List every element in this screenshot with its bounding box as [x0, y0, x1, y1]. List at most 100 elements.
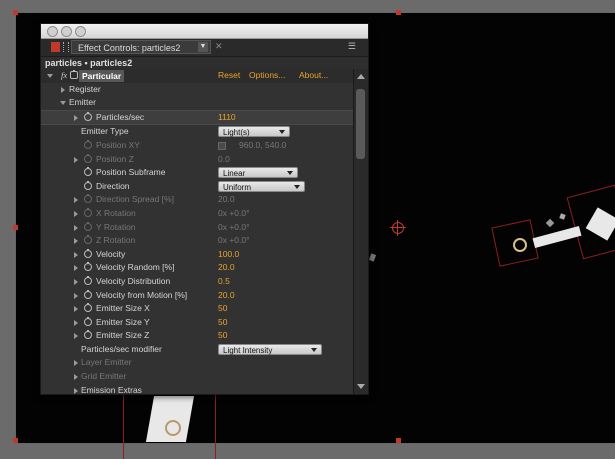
close-window-button[interactable] — [47, 26, 58, 37]
prop-position-subframe[interactable]: Position Subframe Linear — [41, 166, 353, 180]
emitter-type-select[interactable]: Light(s) — [218, 126, 290, 138]
stopwatch-icon[interactable] — [84, 289, 92, 299]
collapse-triangle-icon[interactable] — [60, 101, 66, 106]
prop-value[interactable]: 20.0 — [218, 289, 235, 303]
expand-triangle-icon[interactable] — [74, 374, 78, 381]
stopwatch-icon[interactable] — [84, 167, 92, 177]
layer-handle-top-center[interactable] — [396, 10, 401, 15]
prop-value[interactable]: 0x +0.0° — [218, 221, 250, 235]
expand-triangle-icon[interactable] — [74, 238, 78, 245]
stopwatch-icon[interactable] — [84, 248, 92, 258]
stopwatch-icon[interactable] — [84, 111, 92, 121]
prop-position-z[interactable]: Position Z 0.0 — [41, 153, 353, 167]
particles-sec-modifier-select[interactable]: Light Intensity — [218, 343, 322, 355]
grip-icon[interactable] — [63, 42, 69, 52]
stopwatch-icon[interactable] — [84, 316, 92, 326]
expand-triangle-icon[interactable] — [74, 156, 78, 163]
minimize-window-button[interactable] — [61, 26, 72, 37]
expand-triangle-icon[interactable] — [74, 306, 78, 313]
prop-value[interactable]: 50 — [218, 329, 227, 343]
prop-emitter-type[interactable]: Emitter Type Light(s) — [41, 125, 353, 139]
group-emitter[interactable]: Emitter — [41, 96, 353, 110]
expand-triangle-icon[interactable] — [74, 224, 78, 231]
about-link[interactable]: About... — [299, 69, 328, 83]
prop-position-xy[interactable]: Position XY 960.0, 540.0 — [41, 139, 353, 153]
layer-handle-bottom-left[interactable] — [13, 438, 18, 443]
scroll-down-icon[interactable] — [357, 384, 365, 389]
stopwatch-icon[interactable] — [84, 330, 92, 340]
lock-icon[interactable] — [51, 42, 60, 52]
group-grid-emitter[interactable]: Grid Emitter — [41, 370, 353, 384]
expand-triangle-icon[interactable] — [74, 387, 78, 394]
expand-triangle-icon[interactable] — [61, 86, 65, 93]
expand-triangle-icon[interactable] — [74, 333, 78, 340]
prop-value[interactable]: 0.0 — [218, 153, 230, 167]
position-subframe-select[interactable]: Linear — [218, 167, 298, 179]
prop-velocity[interactable]: Velocity 100.0 — [41, 248, 353, 262]
prop-y-rotation[interactable]: Y Rotation 0x +0.0° — [41, 221, 353, 235]
zoom-window-button[interactable] — [75, 26, 86, 37]
effect-row-particular[interactable]: fx Particular Reset Options... About... — [41, 69, 353, 83]
vertical-scrollbar[interactable] — [353, 69, 368, 394]
prop-velocity-random[interactable]: Velocity Random [%] 20.0 — [41, 261, 353, 275]
tab-effect-controls[interactable]: Effect Controls: particles2 ▼ — [71, 40, 211, 54]
expand-triangle-icon[interactable] — [74, 292, 78, 299]
prop-value[interactable]: 50 — [218, 316, 227, 330]
expand-triangle-icon[interactable] — [74, 360, 78, 367]
group-register[interactable]: Register — [41, 83, 353, 97]
prop-value[interactable]: 0x +0.0° — [218, 207, 250, 221]
prop-value[interactable]: 20.0 — [218, 193, 235, 207]
effect-settings-icon[interactable] — [70, 70, 78, 79]
expand-triangle-icon[interactable] — [74, 210, 78, 217]
layer-handle-top-left[interactable] — [13, 10, 18, 15]
prop-velocity-distribution[interactable]: Velocity Distribution 0.5 — [41, 275, 353, 289]
stopwatch-icon[interactable] — [84, 207, 92, 217]
group-layer-emitter[interactable]: Layer Emitter — [41, 356, 353, 370]
prop-value[interactable]: 960.0, 540.0 — [239, 139, 286, 153]
expand-triangle-icon[interactable] — [74, 197, 78, 204]
stopwatch-icon[interactable] — [84, 194, 92, 204]
layer-handle-bottom-center[interactable] — [396, 438, 401, 443]
prop-value[interactable]: 1110 — [218, 111, 236, 125]
prop-particles-sec[interactable]: Particles/sec 1110 — [41, 109, 353, 126]
stopwatch-icon[interactable] — [84, 262, 92, 272]
close-icon[interactable]: ✕ — [215, 41, 223, 52]
reset-link[interactable]: Reset — [218, 69, 240, 83]
prop-particles-sec-modifier[interactable]: Particles/sec modifier Light Intensity — [41, 343, 353, 357]
stopwatch-icon[interactable] — [84, 303, 92, 313]
group-emission-extras[interactable]: Emission Extras — [41, 384, 353, 394]
prop-direction-spread[interactable]: Direction Spread [%] 20.0 — [41, 193, 353, 207]
prop-z-rotation[interactable]: Z Rotation 0x +0.0° — [41, 234, 353, 248]
expand-triangle-icon[interactable] — [74, 265, 78, 272]
prop-emitter-size-x[interactable]: Emitter Size X 50 — [41, 302, 353, 316]
prop-direction[interactable]: Direction Uniform — [41, 180, 353, 194]
stopwatch-icon[interactable] — [84, 139, 92, 149]
prop-emitter-size-y[interactable]: Emitter Size Y 50 — [41, 316, 353, 330]
crosshair-icon[interactable] — [218, 141, 226, 150]
prop-value[interactable]: 0x +0.0° — [218, 234, 250, 248]
prop-value[interactable]: 20.0 — [218, 261, 235, 275]
prop-value[interactable]: 50 — [218, 302, 227, 316]
panel-menu-icon[interactable]: ☰ — [348, 41, 356, 52]
expand-triangle-icon[interactable] — [74, 251, 78, 258]
prop-value[interactable]: 0.5 — [218, 275, 230, 289]
tab-dropdown-icon[interactable]: ▼ — [198, 42, 208, 52]
expand-triangle-icon[interactable] — [74, 319, 78, 326]
layer-handle-mid-left[interactable] — [13, 225, 18, 230]
scrollbar-thumb[interactable] — [356, 89, 365, 159]
scroll-up-icon[interactable] — [357, 74, 365, 79]
expand-triangle-icon[interactable] — [74, 114, 78, 121]
direction-select[interactable]: Uniform — [218, 180, 305, 192]
prop-emitter-size-z[interactable]: Emitter Size Z 50 — [41, 329, 353, 343]
anchor-point-icon[interactable] — [390, 220, 406, 236]
fx-icon[interactable]: fx — [61, 69, 67, 83]
stopwatch-icon[interactable] — [84, 275, 92, 285]
prop-value[interactable]: 100.0 — [218, 248, 239, 262]
stopwatch-icon[interactable] — [84, 221, 92, 231]
stopwatch-icon[interactable] — [84, 153, 92, 163]
stopwatch-icon[interactable] — [84, 180, 92, 190]
stopwatch-icon[interactable] — [84, 235, 92, 245]
prop-x-rotation[interactable]: X Rotation 0x +0.0° — [41, 207, 353, 221]
collapse-triangle-icon[interactable] — [47, 74, 53, 78]
options-link[interactable]: Options... — [249, 69, 285, 83]
